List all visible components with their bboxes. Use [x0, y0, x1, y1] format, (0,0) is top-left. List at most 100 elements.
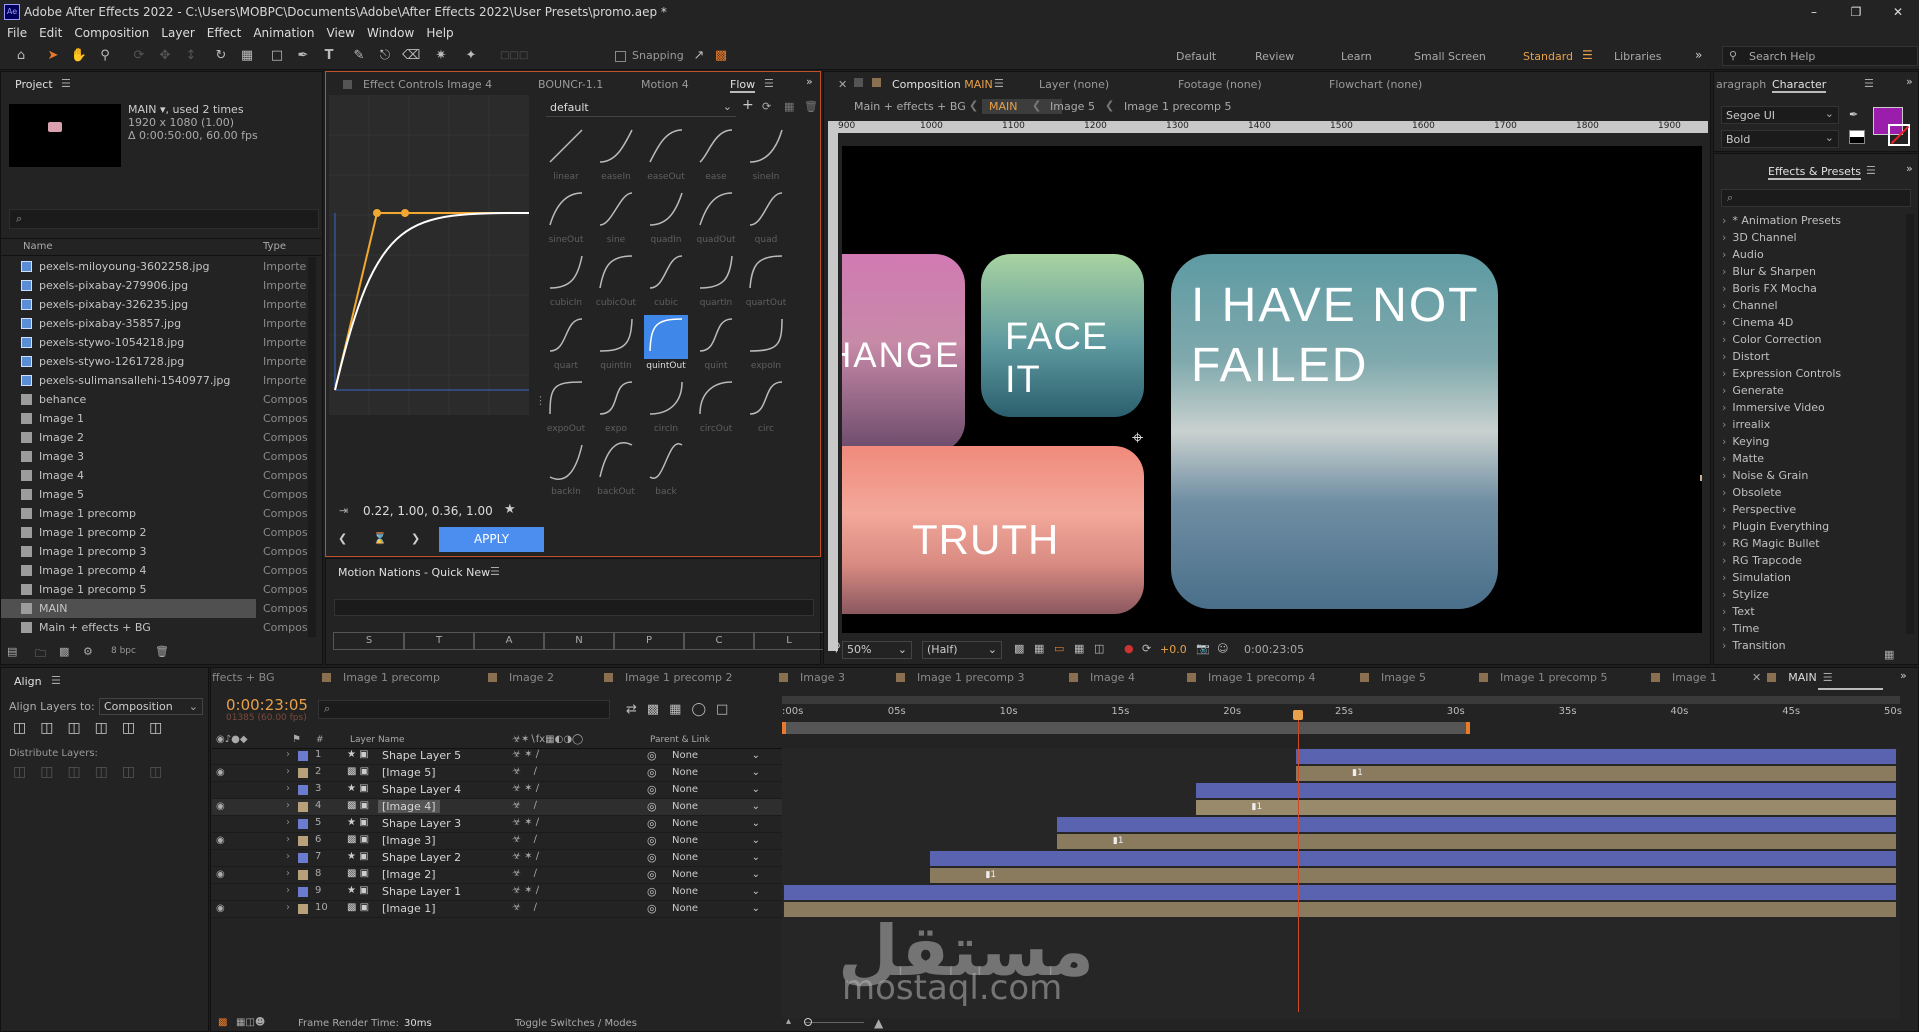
- layer-label-color[interactable]: [298, 887, 308, 897]
- font-style-dropdown[interactable]: Bold ⌄: [1721, 130, 1839, 148]
- tab-bouncr[interactable]: BOUNCr-1.1: [538, 78, 603, 91]
- brush-tool-icon[interactable]: ✎: [350, 47, 368, 65]
- project-item[interactable]: Image 1 Compos: [1, 409, 308, 428]
- black-white-swatch[interactable]: [1849, 130, 1865, 144]
- eyedropper-icon[interactable]: ✒: [1849, 108, 1858, 121]
- show-snapshot-icon[interactable]: ☺: [1217, 642, 1228, 655]
- layer-duration-bar[interactable]: [1057, 817, 1896, 832]
- workspace-menu-icon[interactable]: ☰: [1582, 48, 1593, 62]
- tab-flowchart-label[interactable]: Flowchart: [1329, 78, 1383, 91]
- snapping-checkbox[interactable]: [615, 51, 626, 62]
- curve-editor[interactable]: [329, 95, 530, 415]
- clone-stamp-icon[interactable]: ⎋: [376, 47, 394, 65]
- layer-label-color[interactable]: [298, 768, 308, 778]
- preset-quintout[interactable]: quintOut: [642, 311, 690, 373]
- layer-label-color[interactable]: [298, 870, 308, 880]
- favorite-star-icon[interactable]: ★: [504, 502, 516, 517]
- layer-name[interactable]: [Image 3]: [382, 834, 436, 847]
- menu-view[interactable]: View: [327, 26, 355, 40]
- tl-tab-image-1[interactable]: Image 1: [1651, 671, 1717, 684]
- timeline-switch-icons[interactable]: ⇄▩▦◯□: [626, 702, 738, 717]
- workspace-standard[interactable]: Standard: [1523, 50, 1573, 63]
- menu-effect[interactable]: Effect: [207, 26, 242, 40]
- grid-icon[interactable]: ▦: [1074, 642, 1084, 655]
- close-tab-icon[interactable]: ✕: [1752, 671, 1761, 684]
- tl-tab-image-1-precomp-4[interactable]: Image 1 precomp 4: [1187, 671, 1315, 684]
- pickwhip-icon[interactable]: ◎: [647, 868, 657, 881]
- effect-category[interactable]: › Time: [1722, 620, 1759, 637]
- effect-category[interactable]: › Text: [1722, 603, 1755, 620]
- layer-row[interactable]: ◉ › 6 ▩ ▣ [Image 3] ☣ ∕ ◎ None ⌄: [212, 833, 782, 850]
- tl-tab-main-effects-bg[interactable]: ffects + BG: [212, 671, 275, 684]
- preset-expo[interactable]: expo: [592, 374, 640, 436]
- preset-quartout[interactable]: quartOut: [742, 248, 790, 310]
- panel-menu-icon[interactable]: ☰: [764, 77, 774, 90]
- quick-new-l-button[interactable]: L: [753, 632, 825, 650]
- anchor-tool-icon[interactable]: ▦: [238, 47, 256, 65]
- tl-tab-image-5[interactable]: Image 5: [1360, 671, 1426, 684]
- expand-layer-chevron-icon[interactable]: ›: [286, 817, 290, 828]
- effect-category[interactable]: › 3D Channel: [1722, 229, 1797, 246]
- tl-tab-image-2[interactable]: Image 2: [488, 671, 554, 684]
- preset-circin[interactable]: circIn: [642, 374, 690, 436]
- layer-switches-icons[interactable]: ☣ ∕: [512, 868, 537, 879]
- project-item[interactable]: Image 1 precomp 2 Compos: [1, 523, 308, 542]
- home-icon[interactable]: ⌂: [12, 47, 30, 65]
- snapshot-icon[interactable]: 📷: [1196, 642, 1210, 655]
- font-family-dropdown[interactable]: Segoe UI ⌄: [1721, 106, 1839, 124]
- preset-sineout[interactable]: sineOut: [542, 185, 590, 247]
- zoom-slider-handle[interactable]: [804, 1018, 812, 1026]
- layer-label-color[interactable]: [298, 853, 308, 863]
- effect-category[interactable]: › Noise & Grain: [1722, 467, 1808, 484]
- layer-name[interactable]: Shape Layer 4: [382, 783, 461, 796]
- effect-category[interactable]: › Generate: [1722, 382, 1784, 399]
- visibility-eye-icon[interactable]: ◉: [216, 903, 225, 914]
- expand-layer-chevron-icon[interactable]: ›: [286, 834, 290, 845]
- add-preset-icon[interactable]: +: [742, 97, 754, 113]
- panel-menu-icon[interactable]: ☰: [994, 77, 1004, 90]
- layer-switches-icons[interactable]: ☣ ∕: [512, 834, 537, 845]
- layer-duration-bar[interactable]: ▮1: [1296, 766, 1896, 781]
- parent-dropdown[interactable]: None ⌄: [672, 902, 762, 916]
- orbit-tool-icon[interactable]: ⟳: [130, 47, 148, 65]
- maximize-icon[interactable]: ❐: [1835, 0, 1877, 24]
- layer-row[interactable]: › 3 ★ ▣ Shape Layer 4 ☣ ✶ ∕ ◎ None ⌄: [212, 782, 782, 799]
- panel-menu-icon[interactable]: ☰: [1864, 77, 1874, 90]
- layer-label-color[interactable]: [298, 819, 308, 829]
- keyframe-marker-icon[interactable]: ▮1: [1352, 768, 1363, 778]
- exposure-value[interactable]: +0.0: [1160, 643, 1187, 656]
- type-tool-icon[interactable]: T: [320, 47, 338, 65]
- effect-category[interactable]: › * Animation Presets: [1722, 212, 1841, 229]
- expand-layer-chevron-icon[interactable]: ›: [286, 885, 290, 896]
- parent-dropdown[interactable]: None ⌄: [672, 834, 762, 848]
- layer-label-color[interactable]: [298, 785, 308, 795]
- layer-duration-bar[interactable]: [1195, 783, 1896, 798]
- zoom-slider[interactable]: [804, 1022, 864, 1023]
- layer-row[interactable]: › 5 ★ ▣ Shape Layer 3 ☣ ✶ ∕ ◎ None ⌄: [212, 816, 782, 833]
- layer-duration-bar[interactable]: [784, 885, 1896, 900]
- project-item[interactable]: pexels-sulimansallehi-1540977.jpg Importe: [1, 371, 306, 390]
- project-item[interactable]: pexels-pixabay-35857.jpg Importe: [1, 314, 306, 333]
- workspace-libraries[interactable]: Libraries: [1614, 50, 1662, 63]
- trash-icon[interactable]: 🗑: [155, 645, 169, 658]
- new-bin-icon[interactable]: ▦: [1884, 648, 1894, 661]
- color-mgmt-icon[interactable]: ●: [1124, 642, 1134, 655]
- timeline-timecode[interactable]: 0:00:23:05: [226, 696, 308, 714]
- render-icon[interactable]: ▩: [218, 1017, 227, 1028]
- tl-tab-image-1-precomp-3[interactable]: Image 1 precomp 3: [896, 671, 1024, 684]
- pickwhip-icon[interactable]: ◎: [647, 783, 657, 796]
- rectangle-tool-icon[interactable]: □: [268, 47, 286, 65]
- project-item[interactable]: Image 1 precomp 3 Compos: [1, 542, 308, 561]
- timeline-zoom[interactable]: ▴ ▲: [786, 1016, 896, 1030]
- bpc-label[interactable]: 8 bpc: [111, 646, 136, 656]
- effect-category[interactable]: › Channel: [1722, 297, 1778, 314]
- menu-window[interactable]: Window: [367, 26, 414, 40]
- preset-circout[interactable]: circOut: [692, 374, 740, 436]
- layer-row[interactable]: › 9 ★ ▣ Shape Layer 1 ☣ ✶ ∕ ◎ None ⌄: [212, 884, 782, 901]
- expand-layer-chevron-icon[interactable]: ›: [286, 800, 290, 811]
- layer-duration-bar[interactable]: ▮1: [1057, 834, 1896, 849]
- effect-category[interactable]: › Boris FX Mocha: [1722, 280, 1817, 297]
- tab-effects-presets[interactable]: Effects & Presets: [1768, 165, 1861, 180]
- project-item[interactable]: Image 2 Compos: [1, 428, 308, 447]
- tab-character[interactable]: Character: [1772, 78, 1827, 93]
